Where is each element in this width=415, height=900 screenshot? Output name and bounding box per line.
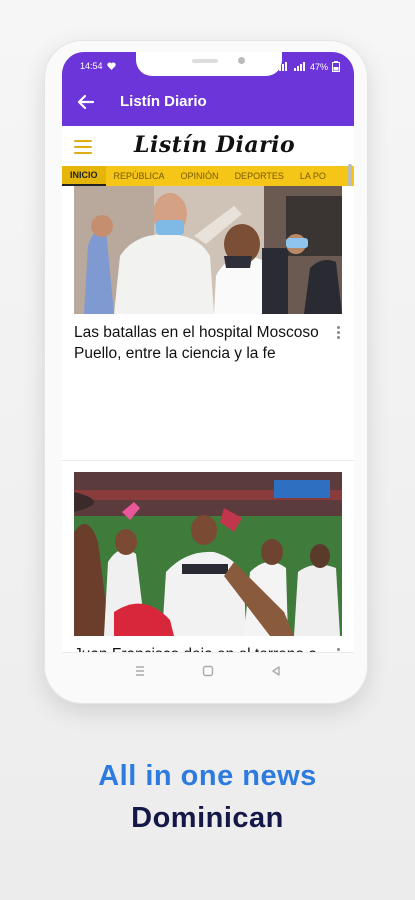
article-image[interactable] <box>74 472 342 636</box>
tab-republica[interactable]: REPÚBLICA <box>106 166 173 186</box>
hamburger-menu-icon[interactable] <box>74 140 92 154</box>
camera-notch <box>136 52 282 76</box>
site-logo[interactable]: Listín Diario <box>134 132 295 158</box>
tab-deportes[interactable]: DEPORTES <box>227 166 292 186</box>
phone-screen: 14:54 47% Listín Diario Listín Diario IN… <box>62 52 354 688</box>
article-title[interactable]: Las batallas en el hospital Moscoso Puel… <box>74 322 324 364</box>
back-arrow-icon[interactable] <box>76 92 96 112</box>
signal-icon-2 <box>293 62 305 71</box>
system-nav-bar <box>62 652 354 688</box>
tagline-line-1: All in one news <box>98 760 317 792</box>
tab-inicio[interactable]: INICIO <box>62 166 106 186</box>
tab-la-po[interactable]: LA PO <box>292 166 334 186</box>
phone-side-button <box>367 212 370 248</box>
battery-icon <box>332 61 340 72</box>
article-image[interactable] <box>74 186 342 314</box>
article-card[interactable]: Juan Francisco deja en el terreno a las … <box>74 472 342 652</box>
front-camera <box>238 57 245 64</box>
site-header: Listín Diario <box>62 126 354 167</box>
more-options-icon[interactable] <box>334 326 342 342</box>
back-nav-icon[interactable] <box>270 665 282 677</box>
home-icon[interactable] <box>202 665 214 677</box>
app-bar-title: Listín Diario <box>120 93 207 110</box>
signal-icon <box>275 62 287 71</box>
tagline-line-2: Dominican <box>131 802 284 834</box>
status-icons: 47% <box>275 61 340 72</box>
article-title[interactable]: Juan Francisco deja en el terreno a las … <box>74 644 324 652</box>
article-card[interactable]: Las batallas en el hospital Moscoso Puel… <box>74 186 342 456</box>
tab-opinion[interactable]: OPINIÓN <box>173 166 227 186</box>
battery-level: 47% <box>309 61 328 72</box>
status-bar: 14:54 47% <box>62 52 354 78</box>
heart-icon <box>106 62 116 70</box>
section-tabs: INICIO REPÚBLICA OPINIÓN DEPORTES LA PO <box>62 166 354 186</box>
article-divider <box>62 460 354 461</box>
speaker-grill <box>192 59 218 63</box>
status-time: 14:54 <box>80 61 103 71</box>
app-bar: Listín Diario <box>62 78 354 126</box>
news-feed[interactable]: Las batallas en el hospital Moscoso Puel… <box>62 186 354 652</box>
status-time-group: 14:54 <box>80 61 116 71</box>
recent-apps-icon[interactable] <box>134 665 146 677</box>
